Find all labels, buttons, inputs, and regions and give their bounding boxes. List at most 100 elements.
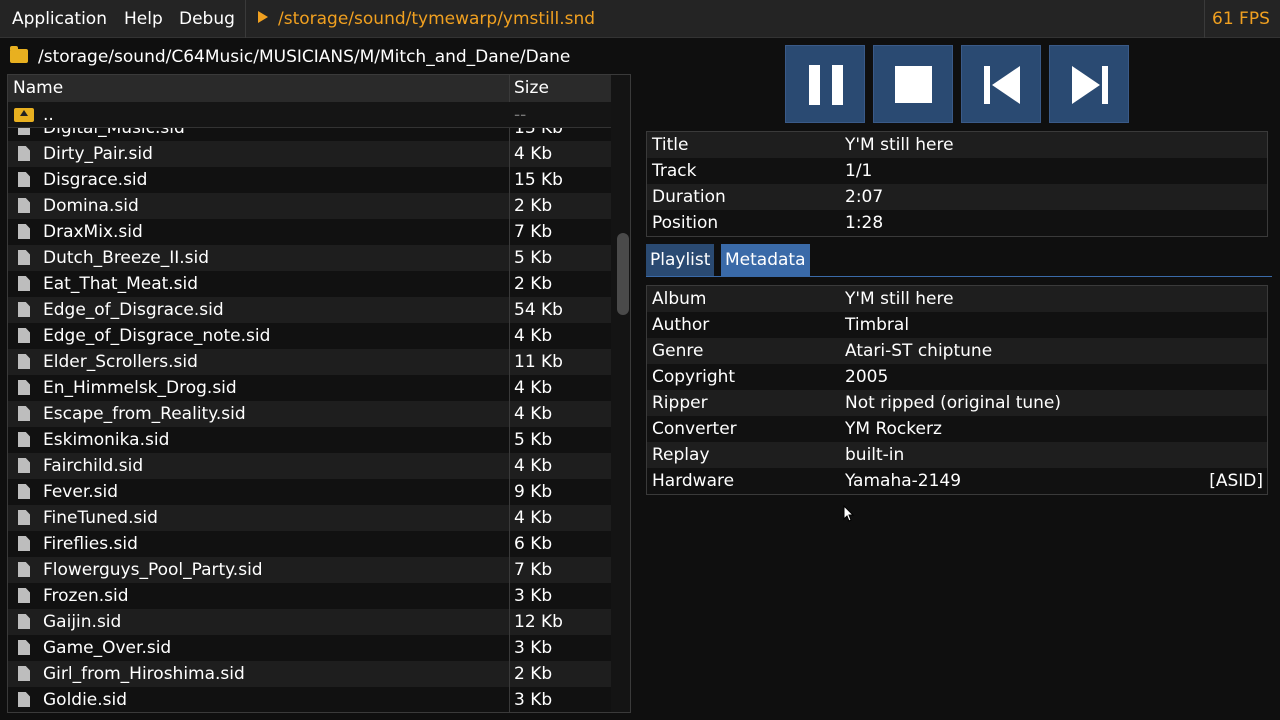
- now-playing-path: /storage/sound/tymewarp/ymstill.snd: [278, 9, 596, 29]
- file-row[interactable]: Goldie.sid 3 Kb: [8, 687, 611, 712]
- file-name: Eat_That_Meat.sid: [43, 274, 199, 294]
- file-row[interactable]: Flowerguys_Pool_Party.sid 7 Kb: [8, 557, 611, 583]
- column-name[interactable]: Name: [13, 75, 63, 102]
- column-size[interactable]: Size: [514, 75, 549, 102]
- next-button[interactable]: [1049, 45, 1129, 123]
- info-row: Position 1:28: [647, 210, 1267, 236]
- file-row[interactable]: Fever.sid 9 Kb: [8, 479, 611, 505]
- file-icon: [18, 692, 30, 707]
- previous-button[interactable]: [961, 45, 1041, 123]
- info-label: Author: [652, 315, 710, 335]
- file-row[interactable]: Dutch_Breeze_II.sid 5 Kb: [8, 245, 611, 271]
- folder-up-icon: [14, 108, 34, 122]
- info-value: 1/1: [845, 161, 873, 181]
- file-row[interactable]: Game_Over.sid 3 Kb: [8, 635, 611, 661]
- file-icon: [18, 562, 30, 577]
- info-label: Copyright: [652, 367, 736, 387]
- pause-button[interactable]: [785, 45, 865, 123]
- play-icon: [258, 11, 268, 23]
- file-row[interactable]: Fairchild.sid 4 Kb: [8, 453, 611, 479]
- file-size: 4 Kb: [514, 404, 553, 424]
- info-row: Converter YM Rockerz: [647, 416, 1267, 442]
- file-name: Fever.sid: [43, 482, 119, 502]
- menu-application[interactable]: Application: [12, 0, 107, 38]
- file-size: 13 Kb: [514, 128, 563, 138]
- current-path-text: /storage/sound/C64Music/MUSICIANS/M/Mitc…: [38, 47, 571, 67]
- file-icon: [18, 666, 30, 681]
- parent-folder-row[interactable]: .. --: [8, 102, 611, 128]
- file-row[interactable]: En_Himmelsk_Drog.sid 4 Kb: [8, 375, 611, 401]
- file-row[interactable]: Fireflies.sid 6 Kb: [8, 531, 611, 557]
- now-playing: /storage/sound/tymewarp/ymstill.snd: [258, 0, 595, 38]
- file-row[interactable]: Escape_from_Reality.sid 4 Kb: [8, 401, 611, 427]
- file-row[interactable]: Gaijin.sid 12 Kb: [8, 609, 611, 635]
- file-size: 2 Kb: [514, 664, 553, 684]
- info-value: Atari-ST chiptune: [845, 341, 993, 361]
- file-size: 2 Kb: [514, 274, 553, 294]
- tab-underline: [646, 276, 1272, 277]
- file-size: 54 Kb: [514, 300, 563, 320]
- file-icon: [18, 250, 30, 265]
- file-size: 4 Kb: [514, 456, 553, 476]
- stop-icon: [895, 66, 932, 103]
- stop-button[interactable]: [873, 45, 953, 123]
- file-row[interactable]: Dirty_Pair.sid 4 Kb: [8, 141, 611, 167]
- info-value: Timbral: [845, 315, 910, 335]
- menu-debug[interactable]: Debug: [179, 0, 235, 38]
- file-row[interactable]: Digital_Music.sid 13 Kb: [8, 128, 611, 141]
- file-row[interactable]: Edge_of_Disgrace_note.sid 4 Kb: [8, 323, 611, 349]
- file-size: 9 Kb: [514, 482, 553, 502]
- file-icon: [18, 406, 30, 421]
- file-row[interactable]: DraxMix.sid 7 Kb: [8, 219, 611, 245]
- fps-counter: 61 FPS: [1212, 9, 1270, 29]
- file-size: 4 Kb: [514, 378, 553, 398]
- file-row[interactable]: Disgrace.sid 15 Kb: [8, 167, 611, 193]
- file-name: Edge_of_Disgrace.sid: [43, 300, 224, 320]
- info-label: Converter: [652, 419, 737, 439]
- file-row[interactable]: Eskimonika.sid 5 Kb: [8, 427, 611, 453]
- file-icon: [18, 536, 30, 551]
- file-icon: [18, 198, 30, 213]
- file-icon: [18, 302, 30, 317]
- file-name: Gaijin.sid: [43, 612, 122, 632]
- info-row: Author Timbral: [647, 312, 1267, 338]
- fps-divider: [1204, 0, 1205, 38]
- file-name: Game_Over.sid: [43, 638, 172, 658]
- info-row: Genre Atari-ST chiptune: [647, 338, 1267, 364]
- info-value: Yamaha-2149: [845, 471, 962, 491]
- file-name: Flowerguys_Pool_Party.sid: [43, 560, 263, 580]
- file-icon: [18, 276, 30, 291]
- info-row: Replay built-in: [647, 442, 1267, 468]
- menu-bar: Application Help Debug /storage/sound/ty…: [0, 0, 1280, 38]
- file-list: Digital_Music.sid 13 Kb Dirty_Pair.sid 4 …: [8, 128, 611, 712]
- info-label: Ripper: [652, 393, 708, 413]
- file-size: 12 Kb: [514, 612, 563, 632]
- file-row[interactable]: Domina.sid 2 Kb: [8, 193, 611, 219]
- menu-help[interactable]: Help: [124, 0, 163, 38]
- info-label: Genre: [652, 341, 704, 361]
- file-name: Edge_of_Disgrace_note.sid: [43, 326, 271, 346]
- info-label: Duration: [652, 187, 726, 207]
- current-path: /storage/sound/C64Music/MUSICIANS/M/Mitc…: [10, 44, 570, 70]
- scrollbar-thumb[interactable]: [617, 233, 629, 315]
- tab-metadata[interactable]: Metadata: [721, 244, 810, 276]
- file-list-scrollbar[interactable]: [611, 75, 630, 712]
- file-icon: [18, 146, 30, 161]
- file-row[interactable]: Frozen.sid 3 Kb: [8, 583, 611, 609]
- file-row[interactable]: Elder_Scrollers.sid 11 Kb: [8, 349, 611, 375]
- file-size: 5 Kb: [514, 248, 553, 268]
- parent-folder-size: --: [514, 105, 527, 125]
- tab-playlist[interactable]: Playlist: [646, 244, 715, 276]
- file-name: Escape_from_Reality.sid: [43, 404, 246, 424]
- file-row[interactable]: FineTuned.sid 4 Kb: [8, 505, 611, 531]
- file-row[interactable]: Eat_That_Meat.sid 2 Kb: [8, 271, 611, 297]
- info-value: 2005: [845, 367, 889, 387]
- file-row[interactable]: Edge_of_Disgrace.sid 54 Kb: [8, 297, 611, 323]
- file-name: Fairchild.sid: [43, 456, 144, 476]
- info-value: Y'M still here: [845, 135, 954, 155]
- info-value: 2:07: [845, 187, 884, 207]
- file-name: FineTuned.sid: [43, 508, 158, 528]
- file-row[interactable]: Girl_from_Hiroshima.sid 2 Kb: [8, 661, 611, 687]
- info-row: Album Y'M still here: [647, 286, 1267, 312]
- file-icon: [18, 458, 30, 473]
